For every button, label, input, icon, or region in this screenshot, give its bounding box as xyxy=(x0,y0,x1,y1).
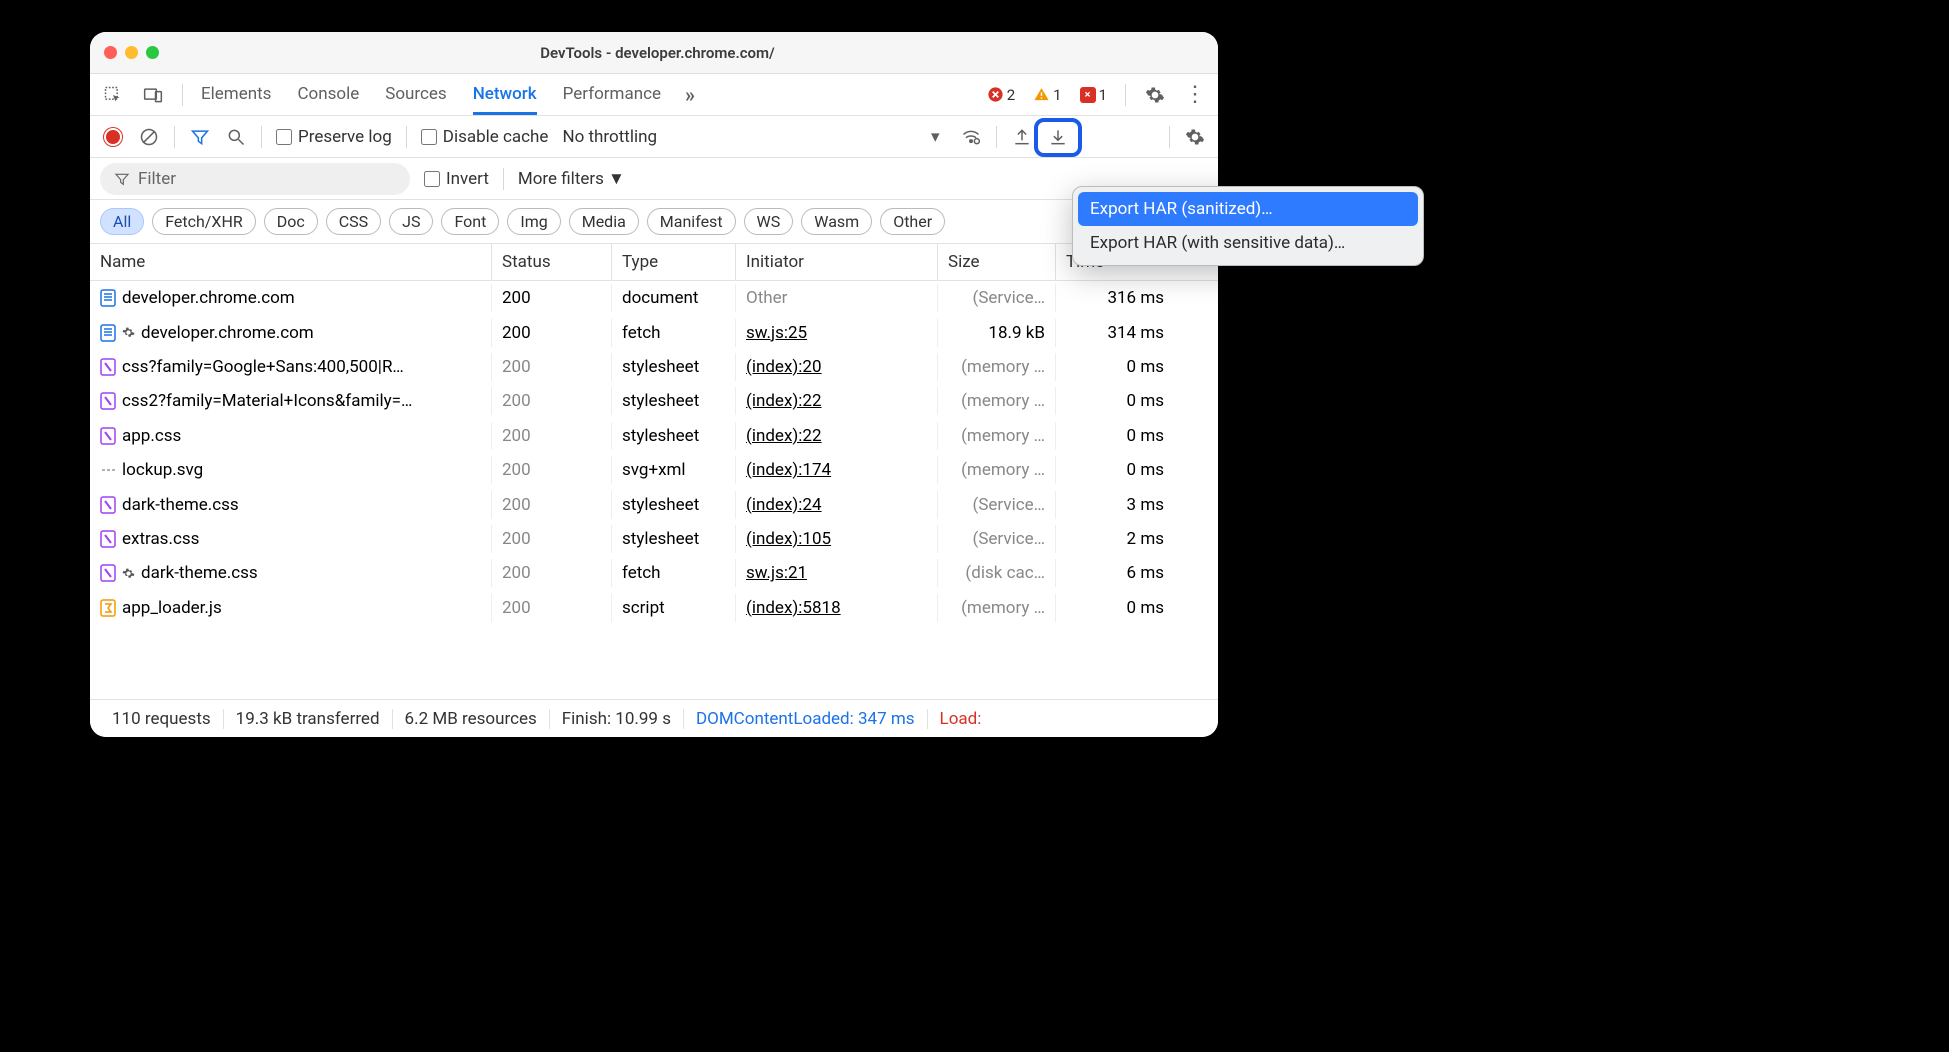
request-row[interactable]: dark-theme.css200fetchsw.js:21(disk cac…… xyxy=(90,556,1218,590)
sb-requests: 110 requests xyxy=(100,709,224,729)
sb-domcontentloaded: DOMContentLoaded: 347 ms xyxy=(684,709,928,729)
network-settings-icon[interactable] xyxy=(1184,126,1206,148)
chip-ws[interactable]: WS xyxy=(744,208,794,235)
invert-checkbox[interactable]: Invert xyxy=(424,169,489,189)
chip-js[interactable]: JS xyxy=(389,208,433,235)
clear-icon[interactable] xyxy=(138,126,160,148)
chip-fetchxhr[interactable]: Fetch/XHR xyxy=(152,208,256,235)
more-filters-dropdown[interactable]: More filters ▼ xyxy=(518,169,625,189)
chip-img[interactable]: Img xyxy=(507,208,560,235)
col-type[interactable]: Type xyxy=(612,244,736,280)
chip-doc[interactable]: Doc xyxy=(264,208,318,235)
export-har-menu: Export HAR (sanitized)… Export HAR (with… xyxy=(1072,186,1424,266)
disable-cache-checkbox[interactable]: Disable cache xyxy=(421,127,549,147)
request-row[interactable]: app_loader.js200script(index):5818(memor… xyxy=(90,591,1218,625)
search-icon[interactable] xyxy=(225,126,247,148)
sb-resources: 6.2 MB resources xyxy=(393,709,550,729)
titlebar: DevTools - developer.chrome.com/ xyxy=(90,32,1218,74)
sb-finish: Finish: 10.99 s xyxy=(550,709,684,729)
type-filter-chips: All Fetch/XHR Doc CSS JS Font Img Media Manifest… xyxy=(90,200,1218,244)
error-badge[interactable]: 2 xyxy=(987,86,1015,104)
more-tabs-icon[interactable]: » xyxy=(679,84,701,106)
main-tabs: Elements Console Sources Network Performance… xyxy=(90,74,1218,116)
network-conditions-icon[interactable] xyxy=(960,126,982,148)
tab-network[interactable]: Network xyxy=(473,76,537,115)
tab-elements[interactable]: Elements xyxy=(201,76,271,114)
chip-css[interactable]: CSS xyxy=(326,208,381,235)
chip-all[interactable]: All xyxy=(100,208,144,235)
network-request-list: developer.chrome.com200documentOther(Ser… xyxy=(90,281,1218,625)
request-row[interactable]: developer.chrome.com200documentOther(Ser… xyxy=(90,281,1218,315)
issues-badge[interactable]: × 1 xyxy=(1080,86,1107,104)
sb-load: Load: xyxy=(928,709,994,729)
maximize-window-button[interactable] xyxy=(146,46,159,59)
filter-row: Filter Invert More filters ▼ xyxy=(90,158,1218,200)
settings-icon[interactable] xyxy=(1144,84,1166,106)
col-name[interactable]: Name xyxy=(90,244,492,280)
request-row[interactable]: extras.css200stylesheet(index):105(Servi… xyxy=(90,522,1218,556)
export-har-sanitized[interactable]: Export HAR (sanitized)… xyxy=(1078,192,1418,226)
window-controls xyxy=(104,46,159,59)
throttling-select[interactable]: No throttling xyxy=(562,127,657,147)
request-row[interactable]: dark-theme.css200stylesheet(index):24(Se… xyxy=(90,487,1218,521)
chip-manifest[interactable]: Manifest xyxy=(647,208,736,235)
throttling-caret-icon[interactable]: ▾ xyxy=(924,126,946,148)
network-table-header: Name Status Type Initiator Size Time xyxy=(90,244,1218,281)
tab-performance[interactable]: Performance xyxy=(563,76,661,114)
window-title: DevTools - developer.chrome.com/ xyxy=(159,44,1156,62)
network-toolbar: Preserve log Disable cache No throttling… xyxy=(90,116,1218,158)
request-row[interactable]: lockup.svg200svg+xml(index):174(memory …… xyxy=(90,453,1218,487)
chip-font[interactable]: Font xyxy=(441,208,499,235)
chip-wasm[interactable]: Wasm xyxy=(801,208,872,235)
request-row[interactable]: developer.chrome.com200fetchsw.js:2518.9… xyxy=(90,315,1218,349)
tab-console[interactable]: Console xyxy=(297,76,359,114)
device-toolbar-icon[interactable] xyxy=(142,84,164,106)
request-row[interactable]: css2?family=Material+Icons&family=…200st… xyxy=(90,384,1218,418)
chip-other[interactable]: Other xyxy=(880,208,945,235)
status-bar: 110 requests 19.3 kB transferred 6.2 MB … xyxy=(90,699,1218,737)
col-size[interactable]: Size xyxy=(938,244,1056,280)
col-initiator[interactable]: Initiator xyxy=(736,244,938,280)
tab-sources[interactable]: Sources xyxy=(385,76,446,114)
preserve-log-checkbox[interactable]: Preserve log xyxy=(276,127,392,147)
filter-input[interactable]: Filter xyxy=(100,163,410,195)
warning-badge[interactable]: 1 xyxy=(1033,86,1061,104)
col-status[interactable]: Status xyxy=(492,244,612,280)
tab-list: Elements Console Sources Network Performance xyxy=(201,76,661,114)
sb-transferred: 19.3 kB transferred xyxy=(224,709,393,729)
inspect-element-icon[interactable] xyxy=(102,84,124,106)
request-row[interactable]: app.css200stylesheet(index):22(memory …0… xyxy=(90,419,1218,453)
export-har-sensitive[interactable]: Export HAR (with sensitive data)… xyxy=(1078,226,1418,260)
devtools-window: DevTools - developer.chrome.com/ Element… xyxy=(90,32,1218,737)
kebab-menu-icon[interactable]: ⋮ xyxy=(1184,84,1206,106)
minimize-window-button[interactable] xyxy=(125,46,138,59)
export-har-icon[interactable] xyxy=(1047,126,1069,148)
chip-media[interactable]: Media xyxy=(569,208,639,235)
request-row[interactable]: css?family=Google+Sans:400,500|R…200styl… xyxy=(90,350,1218,384)
chevron-down-icon: ▼ xyxy=(608,169,625,189)
import-har-icon[interactable] xyxy=(1011,126,1033,148)
close-window-button[interactable] xyxy=(104,46,117,59)
filter-toggle-icon[interactable] xyxy=(189,126,211,148)
record-button[interactable] xyxy=(102,126,124,148)
